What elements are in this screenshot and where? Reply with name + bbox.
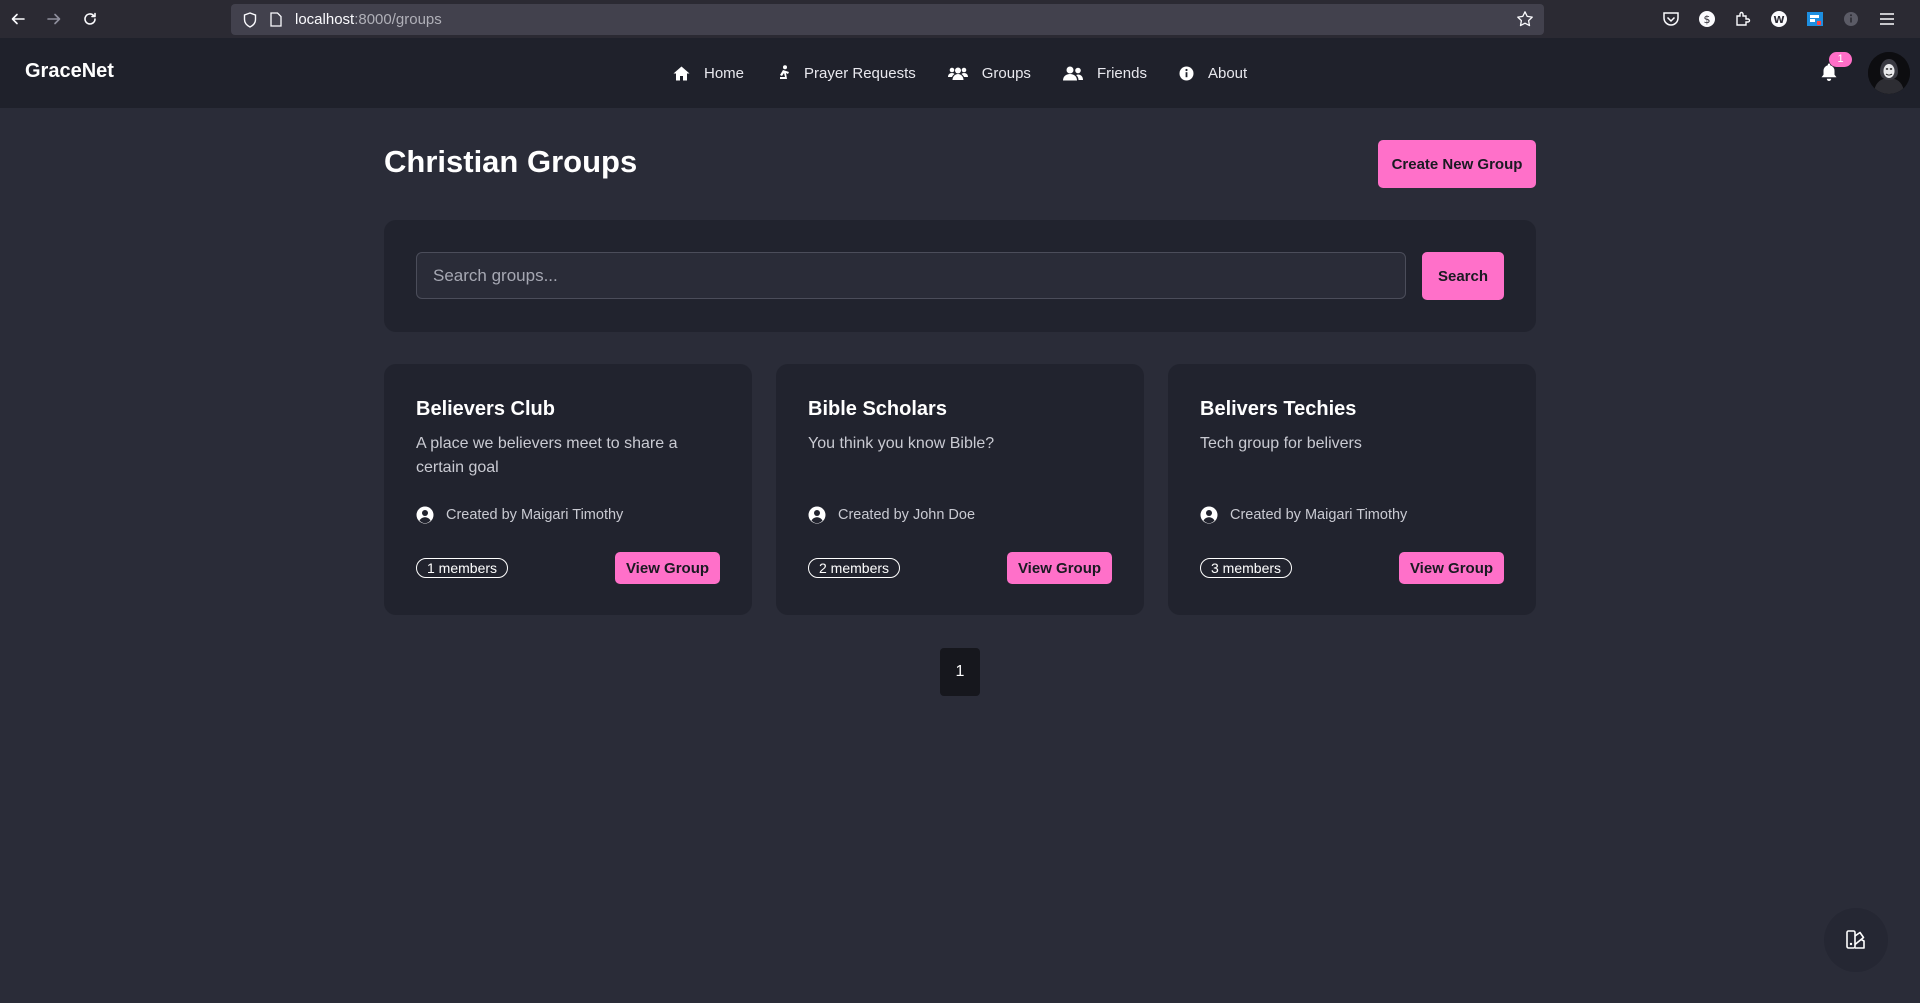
page-icon[interactable] [267, 11, 285, 29]
palette-icon [1846, 930, 1865, 949]
user-avatar[interactable] [1868, 52, 1910, 94]
flag-extension-icon[interactable] [1804, 8, 1826, 30]
user-friends-icon [1062, 66, 1083, 80]
group-card: Bible Scholars You think you know Bible?… [776, 364, 1144, 615]
svg-text:W: W [1773, 15, 1784, 26]
svg-text:$: $ [1704, 13, 1711, 26]
nav-item-groups[interactable]: Groups [947, 64, 1031, 82]
search-button[interactable]: Search [1422, 252, 1504, 300]
hamburger-menu-icon[interactable] [1876, 8, 1898, 30]
pocket-icon[interactable] [1660, 8, 1682, 30]
group-creator: Created by Maigari Timothy [416, 506, 623, 524]
main-nav: Home Prayer Requests Groups Friends Abou… [673, 38, 1279, 108]
group-description: A place we believers meet to share a cer… [416, 435, 678, 476]
puzzle-extension-icon[interactable] [1732, 8, 1754, 30]
group-title: Bible Scholars [808, 398, 947, 420]
members-badge: 2 members [808, 558, 901, 578]
group-title: Believers Club [416, 398, 555, 420]
forward-arrow-icon[interactable] [36, 0, 72, 38]
view-group-button[interactable]: View Group [615, 552, 720, 584]
info-icon [1179, 66, 1194, 80]
creator-text: Created by John Doe [838, 507, 976, 523]
group-creator: Created by Maigari Timothy [1200, 506, 1407, 524]
address-bar[interactable]: localhost:8000/groups [231, 4, 1544, 35]
group-card: Believers Club A place we believers meet… [384, 364, 752, 615]
view-group-button[interactable]: View Group [1007, 552, 1112, 584]
w-extension-icon[interactable]: W [1768, 8, 1790, 30]
user-circle-icon [1200, 506, 1218, 524]
user-circle-icon [416, 506, 434, 524]
group-description: You think you know Bible? [808, 435, 995, 452]
theme-toggle-button[interactable] [1824, 908, 1888, 972]
creator-text: Created by Maigari Timothy [1230, 507, 1408, 523]
group-title: Belivers Techies [1200, 398, 1357, 420]
brand-logo[interactable]: GraceNet [25, 60, 114, 83]
creator-text: Created by Maigari Timothy [446, 507, 624, 523]
nav-label-home: Home [704, 64, 745, 82]
group-creator: Created by John Doe [808, 506, 975, 524]
user-circle-icon [808, 506, 826, 524]
nav-item-home[interactable]: Home [673, 65, 744, 82]
app-navbar: GraceNet Home Prayer Requests Groups Fri… [0, 38, 1920, 108]
pagination-page-1[interactable]: 1 [940, 648, 980, 696]
home-icon [673, 66, 690, 80]
search-input[interactable] [416, 252, 1406, 299]
members-badge: 3 members [1200, 558, 1293, 578]
back-arrow-icon[interactable] [0, 0, 36, 38]
nav-label-friends: Friends [1096, 64, 1147, 82]
bookmark-star-icon[interactable] [1516, 10, 1534, 33]
nav-label-groups: Groups [981, 64, 1031, 82]
reload-icon[interactable] [72, 0, 108, 38]
view-group-button[interactable]: View Group [1399, 552, 1504, 584]
nav-label-about: About [1207, 64, 1248, 82]
browser-toolbar: localhost:8000/groups $ W [0, 0, 1920, 39]
notification-badge: 1 [1829, 52, 1852, 67]
nav-item-friends[interactable]: Friends [1062, 64, 1147, 82]
users-icon [947, 67, 968, 80]
nav-label-prayer-requests: Prayer Requests [804, 64, 916, 82]
url-text[interactable]: localhost:8000/groups [295, 11, 442, 28]
group-card: Belivers Techies Tech group for belivers… [1168, 364, 1536, 615]
extensions-area: $ W [1660, 0, 1898, 38]
shield-icon[interactable] [241, 11, 259, 29]
search-panel: Search [384, 220, 1536, 332]
nav-item-about[interactable]: About [1179, 65, 1247, 82]
praying-icon [780, 65, 790, 79]
group-description: Tech group for belivers [1200, 435, 1362, 452]
nav-item-prayer-requests[interactable]: Prayer Requests [776, 65, 916, 82]
info-extension-icon[interactable] [1840, 8, 1862, 30]
dollar-extension-icon[interactable]: $ [1696, 8, 1718, 30]
page-title: Christian Groups [384, 144, 638, 179]
members-badge: 1 members [416, 558, 509, 578]
create-new-group-button[interactable]: Create New Group [1378, 140, 1536, 188]
